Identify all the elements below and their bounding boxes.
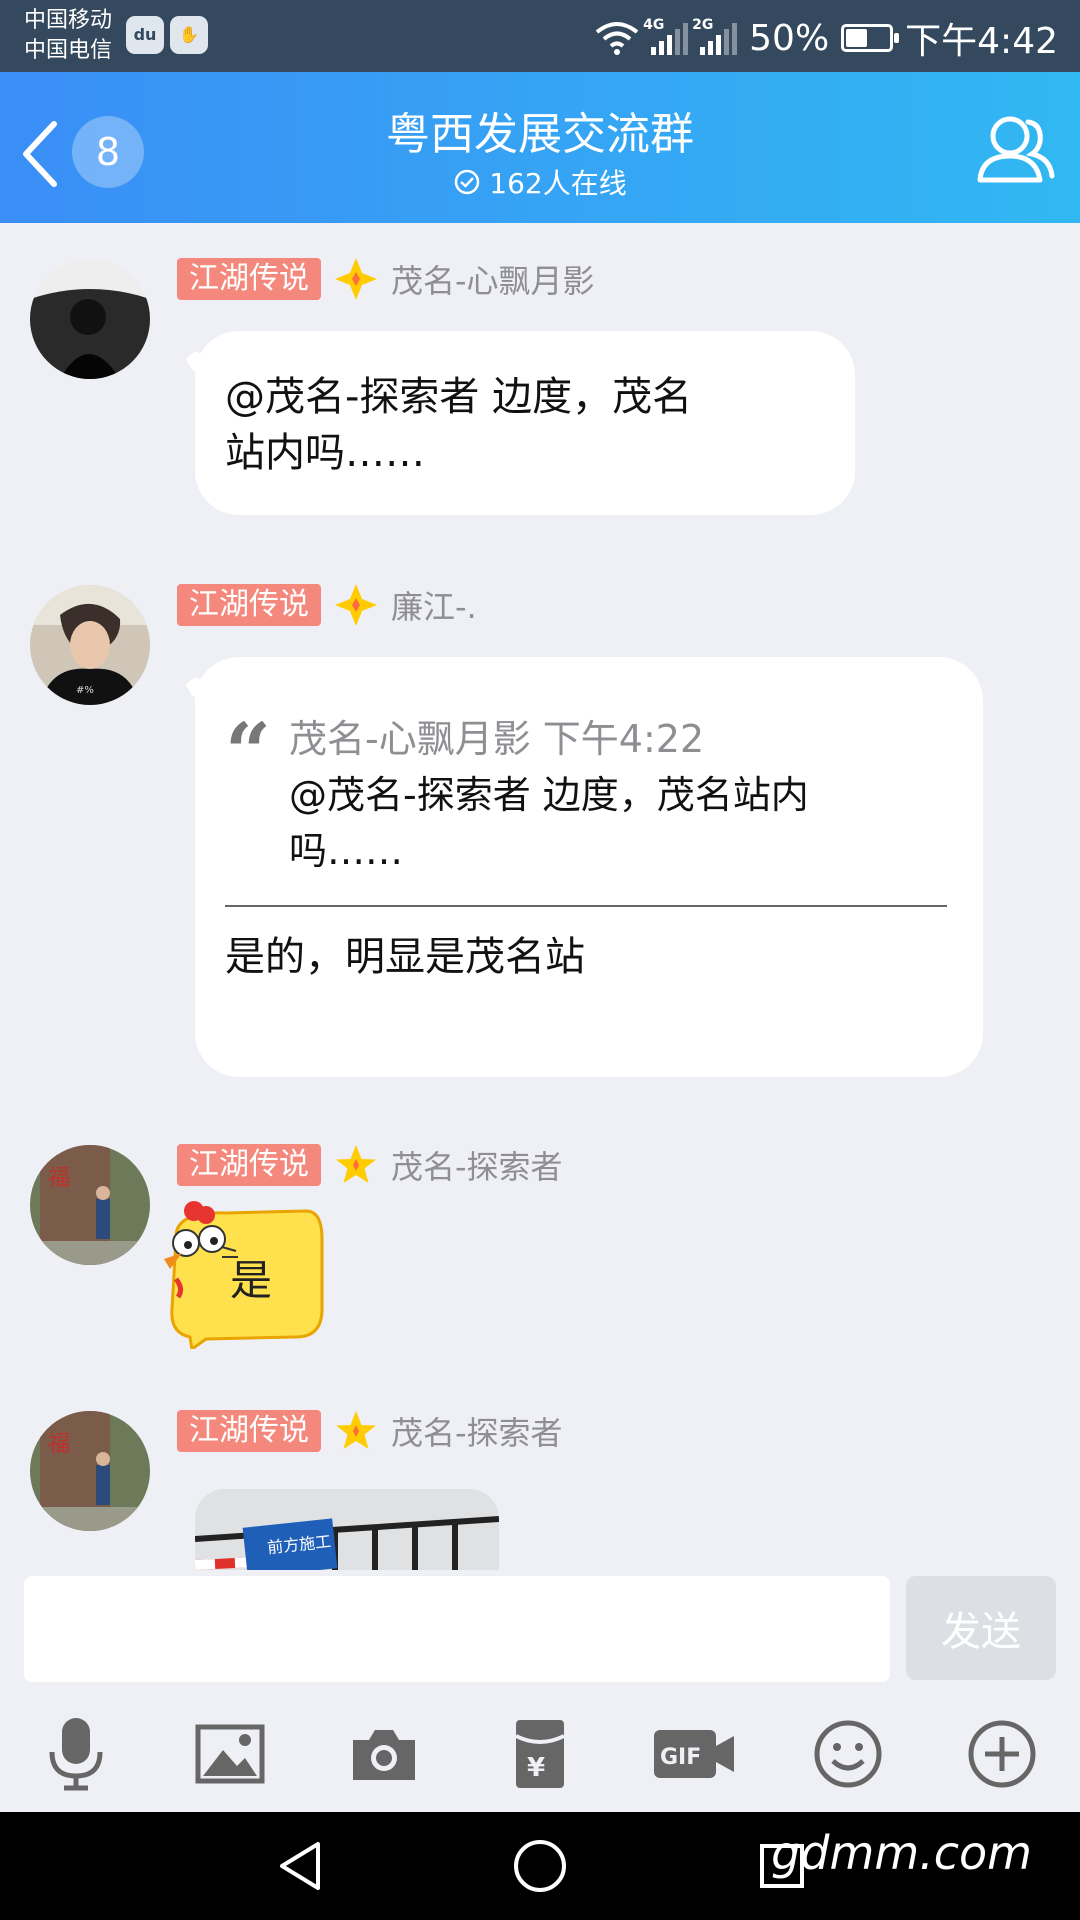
quote-mark-icon: “ — [225, 705, 272, 799]
photo-button[interactable] — [190, 1714, 270, 1794]
avatar[interactable]: 福 — [30, 1145, 150, 1265]
more-button[interactable] — [962, 1714, 1042, 1794]
status-time: 下午4:42 — [905, 21, 1058, 62]
photo-thumbnail — [195, 1489, 499, 1570]
signal-1-icon: 4G — [643, 17, 689, 55]
message-text: 是的，明显是茂名站 — [225, 934, 585, 980]
baidu-icon: du — [126, 16, 164, 54]
system-navbar: gdmm.com — [0, 1812, 1080, 1920]
online-status: 162人在线 — [0, 162, 1080, 202]
check-circle-icon — [455, 169, 480, 195]
svg-text:¥: ¥ — [527, 1753, 545, 1783]
shield-hand-icon: ✋ — [170, 16, 208, 54]
svg-text:#%: #% — [76, 685, 94, 696]
message-bubble[interactable]: “ 茂名-心飘月影 下午4:22 @茂名-探索者 边度，茂名站内 吗…… 是的，… — [195, 657, 983, 1077]
quote-text-line: 吗…… — [289, 829, 404, 873]
message-text-line: @茂名-探索者 边度，茂名 — [225, 374, 693, 420]
image-icon — [195, 1724, 265, 1784]
quoted-message[interactable]: “ 茂名-心飘月影 下午4:22 @茂名-探索者 边度，茂名站内 吗…… — [225, 711, 947, 879]
title-badge: 江湖传说 — [177, 1144, 321, 1186]
circle-home-icon — [514, 1840, 566, 1892]
input-toolbar: ¥ GIF — [0, 1690, 1080, 1812]
members-button[interactable] — [976, 110, 1056, 190]
message-list[interactable]: 江湖传说 茂名-心飘月影 @茂名-探索者 边度，茂名 站内吗…… #% 江湖传说… — [0, 223, 1080, 1570]
chat-header: 8 粤西发展交流群 162人在线 — [0, 72, 1080, 223]
carrier-2: 中国电信 — [24, 38, 113, 63]
gif-icon: GIF — [654, 1730, 734, 1778]
nav-home-button[interactable] — [510, 1836, 570, 1896]
send-button[interactable]: 发送 — [906, 1576, 1056, 1680]
sticker-text: 是 — [230, 1256, 273, 1305]
red-packet-icon: ¥ — [515, 1720, 565, 1788]
diamond-star-icon — [335, 258, 377, 300]
network-type-1: 4G — [643, 17, 665, 33]
emoji-icon — [814, 1720, 882, 1788]
nav-back-button[interactable] — [272, 1836, 332, 1896]
carrier-info: 中国移动 中国电信 — [24, 6, 112, 66]
quote-author-time: 茂名-心飘月影 下午4:22 — [289, 717, 705, 761]
message-text-line: 站内吗…… — [225, 430, 425, 476]
message-bubble[interactable]: @茂名-探索者 边度，茂名 站内吗…… — [195, 331, 855, 515]
battery-percent: 50% — [749, 17, 830, 59]
message-input[interactable] — [24, 1576, 890, 1682]
voice-button[interactable] — [36, 1714, 116, 1794]
chick-sticker[interactable]: 是 — [156, 1199, 330, 1352]
quote-text-line: @茂名-探索者 边度，茂名站内 — [289, 773, 809, 817]
watermark: gdmm.com — [771, 1826, 1032, 1880]
emoji-button[interactable] — [808, 1714, 888, 1794]
message-item: 福 江湖传说 茂名-探索者 是 — [0, 1109, 1080, 1375]
sender-nickname: 茂名-探索者 — [391, 1148, 563, 1186]
svg-text:福: 福 — [48, 1166, 70, 1191]
sender-nickname: 茂名-探索者 — [391, 1414, 563, 1452]
title-badge: 江湖传说 — [177, 1410, 321, 1452]
star-icon — [336, 1411, 376, 1449]
plus-icon — [968, 1720, 1036, 1788]
gif-button[interactable]: GIF — [652, 1714, 736, 1794]
members-icon — [977, 116, 1055, 183]
status-bar: 中国移动 中国电信 du ✋ 4G 2G 50% 下午4:42 — [0, 0, 1080, 72]
camera-button[interactable] — [344, 1714, 424, 1794]
message-item: #% 江湖传说 廉江-. “ 茂名-心飘月影 下午4:22 @茂名-探索者 边度… — [0, 549, 1080, 1109]
quote-divider — [225, 905, 947, 907]
avatar[interactable]: #% — [30, 585, 150, 705]
triangle-back-icon — [280, 1842, 320, 1890]
sender-nickname: 廉江-. — [391, 588, 477, 626]
sender-nickname: 茂名-心飘月影 — [391, 262, 595, 300]
microphone-icon — [49, 1718, 103, 1791]
network-type-2: 2G — [692, 17, 714, 33]
svg-text:GIF: GIF — [660, 1745, 701, 1770]
battery-icon — [841, 24, 900, 52]
signal-2-icon: 2G — [692, 17, 738, 55]
diamond-star-icon — [335, 584, 377, 626]
camera-icon — [353, 1730, 415, 1780]
title-badge: 江湖传说 — [177, 258, 321, 300]
star-icon — [336, 1145, 376, 1183]
image-message[interactable]: 前方施工 — [195, 1489, 499, 1570]
message-item: 江湖传说 茂名-心飘月影 @茂名-探索者 边度，茂名 站内吗…… — [0, 223, 1080, 523]
red-packet-button[interactable]: ¥ — [500, 1714, 580, 1794]
title-badge: 江湖传说 — [177, 584, 321, 626]
wifi-icon — [595, 22, 639, 55]
composer: 发送 — [0, 1570, 1080, 1690]
avatar[interactable]: 福 — [30, 1411, 150, 1531]
avatar[interactable] — [30, 259, 150, 379]
carrier-1: 中国移动 — [24, 8, 113, 33]
online-count: 162人在线 — [489, 167, 627, 200]
message-item: 福 江湖传说 茂名-探索者 前方施工 — [0, 1375, 1080, 1570]
page-title: 粤西发展交流群 — [386, 109, 694, 160]
svg-text:福: 福 — [48, 1432, 70, 1457]
